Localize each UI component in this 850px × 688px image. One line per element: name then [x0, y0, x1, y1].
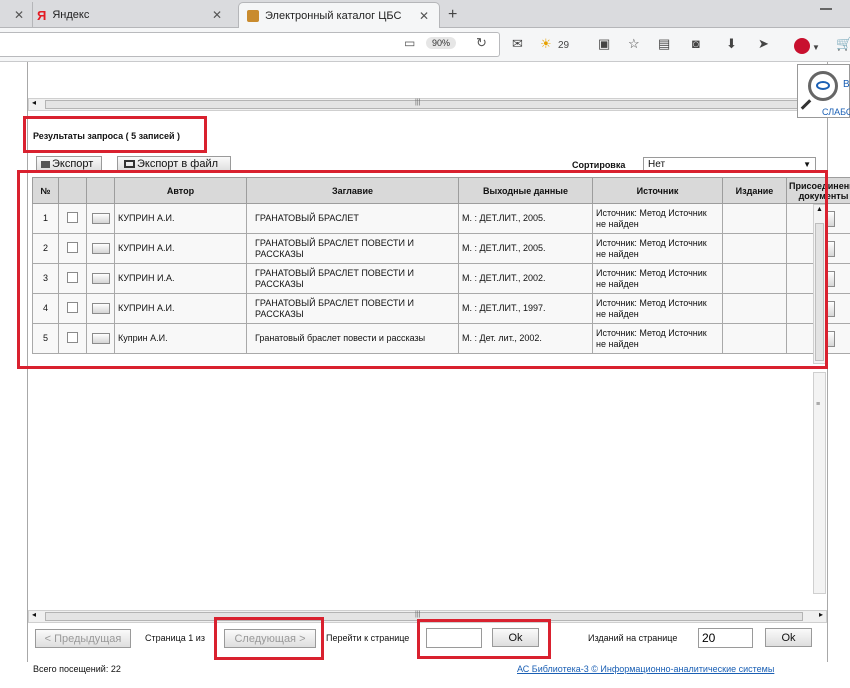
per-page-input[interactable]	[698, 628, 753, 648]
export-label: Экспорт	[52, 158, 94, 170]
scroll-left-icon[interactable]: ◂	[32, 610, 36, 619]
per-page-label: Изданий на странице	[588, 633, 678, 643]
translate-icon[interactable]: ▣	[598, 36, 610, 52]
visits-counter: Всего посещений: 22	[33, 664, 121, 674]
sort-value: Нет	[648, 159, 666, 170]
accessibility-widget[interactable]: В СЛАБО	[797, 64, 850, 118]
top-horizontal-scrollbar[interactable]: ◂ |||	[28, 98, 827, 111]
adblock-icon[interactable]	[794, 38, 810, 54]
export-icon	[41, 160, 50, 168]
prev-page-button[interactable]: < Предыдущая	[35, 629, 131, 648]
download-icon[interactable]: ⬇	[726, 36, 737, 52]
eye-icon	[816, 81, 830, 90]
export-file-label: Экспорт в файл	[137, 158, 219, 170]
scroll-right-icon[interactable]: ▸	[819, 610, 823, 619]
cart-icon[interactable]: 🛒	[836, 36, 850, 52]
nav-bar: ▭ 90% ↻ ✉ ☀ 29 ▣ ☆ ▤ ◙ ⬇ ➤ ▼ 🛒	[0, 28, 850, 62]
reader-view-icon[interactable]: ▭	[404, 36, 415, 50]
weather-sun-icon[interactable]: ☀	[540, 36, 552, 52]
magnifier-handle	[800, 99, 812, 110]
footer: Всего посещений: 22 АС Библиотека-3 © Ин…	[0, 662, 850, 688]
highlight-box	[17, 170, 828, 369]
send-icon[interactable]: ➤	[758, 36, 769, 52]
close-icon[interactable]: ✕	[8, 8, 30, 22]
accessibility-label-top: В	[843, 79, 850, 90]
yandex-logo-icon: Я	[37, 7, 47, 23]
close-icon[interactable]: ✕	[413, 9, 435, 23]
mail-icon[interactable]: ✉	[512, 36, 523, 52]
catalog-favicon-icon	[247, 9, 259, 22]
tab-label: Яндекс	[52, 9, 90, 21]
tab-bar: ✕ Я Яндекс ✕ Электронный каталог ЦБС ✕ +	[0, 0, 850, 28]
sort-label: Сортировка	[572, 160, 626, 170]
tab-yandex[interactable]: Я Яндекс ✕	[32, 2, 232, 28]
pocket-icon[interactable]: ◙	[692, 36, 700, 52]
reading-list-icon[interactable]: ▤	[658, 36, 670, 52]
zoom-level[interactable]: 90%	[426, 37, 457, 49]
bookmark-star-icon[interactable]: ☆	[628, 36, 640, 52]
grip-icon: ≡	[816, 401, 821, 408]
goto-page-label: Перейти к странице	[326, 633, 410, 643]
accessibility-label-bottom: СЛАБО	[822, 107, 850, 117]
highlight-box	[214, 617, 324, 660]
close-icon[interactable]: ✕	[206, 8, 228, 22]
chevron-down-icon[interactable]: ▼	[812, 40, 820, 56]
tab-catalog[interactable]: Электронный каталог ЦБС ✕	[238, 2, 440, 28]
credit-link[interactable]: АС Библиотека-3 © Информационно-аналитич…	[517, 664, 774, 674]
per-page-ok-button[interactable]: Ok	[765, 628, 812, 647]
chevron-down-icon: ▼	[803, 160, 811, 169]
grip-icon: |||	[415, 611, 421, 618]
url-bar[interactable]: ▭ 90% ↻	[0, 32, 500, 57]
tab-close-prev[interactable]: ✕	[8, 2, 30, 28]
highlight-box	[23, 116, 207, 153]
scroll-left-icon[interactable]: ◂	[32, 98, 36, 107]
grip-icon: |||	[415, 99, 421, 106]
tab-label: Электронный каталог ЦБС	[265, 9, 402, 22]
page-vertical-scrollbar[interactable]: ≡	[813, 372, 826, 594]
monitor-icon	[124, 160, 135, 168]
reload-icon[interactable]: ↻	[476, 35, 487, 51]
minimize-icon[interactable]	[820, 8, 832, 10]
new-tab-button[interactable]: +	[448, 2, 457, 28]
weather-temperature: 29	[558, 40, 570, 51]
scroll-thumb[interactable]	[45, 100, 819, 109]
page-info: Страница 1 из	[145, 633, 205, 643]
highlight-box	[417, 619, 551, 659]
